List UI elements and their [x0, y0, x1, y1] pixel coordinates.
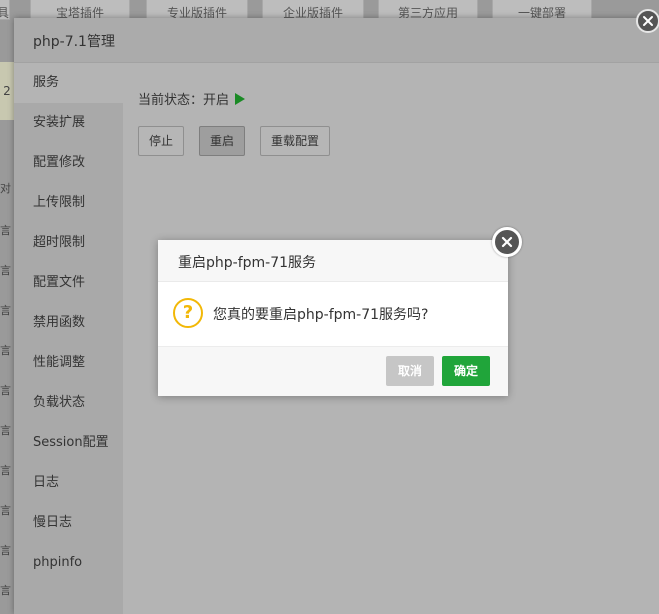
sidebar-item-performance[interactable]: 性能调整	[14, 343, 123, 383]
status-value: 开启	[203, 93, 230, 108]
reload-config-button[interactable]: 重载配置	[260, 126, 331, 156]
close-icon	[643, 16, 653, 26]
background-tab[interactable]: 一键部署	[492, 0, 592, 20]
panel-sidebar: 服务 安装扩展 配置修改 上传限制 超时限制 配置文件 禁用函数 性能调整 负载…	[14, 63, 123, 614]
dialog-message: 您真的要重启php-fpm-71服务吗?	[213, 307, 429, 323]
sidebar-item-disabled-functions[interactable]: 禁用函数	[14, 303, 123, 343]
sidebar-item-service[interactable]: 服务	[14, 63, 123, 103]
question-icon: ?	[173, 298, 203, 328]
stop-button[interactable]: 停止	[138, 126, 185, 156]
background-tab-bar: 具 宝塔插件 专业版插件 企业版插件 第三方应用 一键部署	[0, 0, 659, 20]
sidebar-item-install-extension[interactable]: 安装扩展	[14, 103, 123, 143]
dialog-footer: 取消 确定	[158, 346, 508, 396]
panel-close-button[interactable]	[636, 9, 659, 33]
background-number: 2	[0, 62, 14, 120]
background-row-text: 言	[0, 424, 11, 437]
background-row-text: 言	[0, 224, 11, 237]
dialog-body: ? 您真的要重启php-fpm-71服务吗?	[158, 282, 508, 346]
play-icon	[235, 92, 246, 105]
background-tab[interactable]: 专业版插件	[146, 0, 248, 20]
confirm-dialog: 重启php-fpm-71服务 ? 您真的要重启php-fpm-71服务吗? 取消…	[158, 227, 522, 396]
background-row-text: 言	[0, 584, 11, 597]
background-row-text: 对	[0, 182, 11, 195]
sidebar-item-session-config[interactable]: Session配置	[14, 423, 123, 463]
background-tab[interactable]: 宝塔插件	[30, 0, 130, 20]
panel-title: php-7.1管理	[33, 34, 115, 50]
sidebar-item-log[interactable]: 日志	[14, 463, 123, 503]
panel-header: php-7.1管理	[14, 18, 659, 63]
dialog-title: 重启php-fpm-71服务	[178, 255, 317, 271]
service-status: 当前状态： 开启	[138, 89, 246, 108]
dialog-header: 重启php-fpm-71服务	[158, 240, 508, 282]
sidebar-item-upload-limit[interactable]: 上传限制	[14, 183, 123, 223]
status-label: 当前状态：	[138, 93, 204, 108]
background-tab[interactable]: 具	[0, 0, 10, 20]
sidebar-item-config-file[interactable]: 配置文件	[14, 263, 123, 303]
background-row-text: 言	[0, 344, 11, 357]
background-row-text: 言	[0, 464, 11, 477]
background-tab[interactable]: 第三方应用	[378, 0, 478, 20]
cancel-button[interactable]: 取消	[386, 356, 434, 386]
sidebar-item-timeout-limit[interactable]: 超时限制	[14, 223, 123, 263]
background-row-text: 言	[0, 264, 11, 277]
background-row-text: 言	[0, 304, 11, 317]
background-row-text: 言	[0, 544, 11, 557]
background-row-text: 言	[0, 504, 11, 517]
sidebar-item-slow-log[interactable]: 慢日志	[14, 503, 123, 543]
dialog-close-button[interactable]	[492, 227, 522, 257]
background-tab[interactable]: 企业版插件	[262, 0, 364, 20]
confirm-button[interactable]: 确定	[442, 356, 490, 386]
sidebar-item-phpinfo[interactable]: phpinfo	[14, 543, 123, 583]
background-left-column: 2 对 言 言 言 言 言 言 言 言 言 言	[0, 62, 14, 614]
sidebar-item-load-status[interactable]: 负载状态	[14, 383, 123, 423]
background-row-text: 言	[0, 384, 11, 397]
restart-button[interactable]: 重启	[199, 126, 246, 156]
close-icon	[501, 236, 513, 248]
sidebar-item-config-edit[interactable]: 配置修改	[14, 143, 123, 183]
